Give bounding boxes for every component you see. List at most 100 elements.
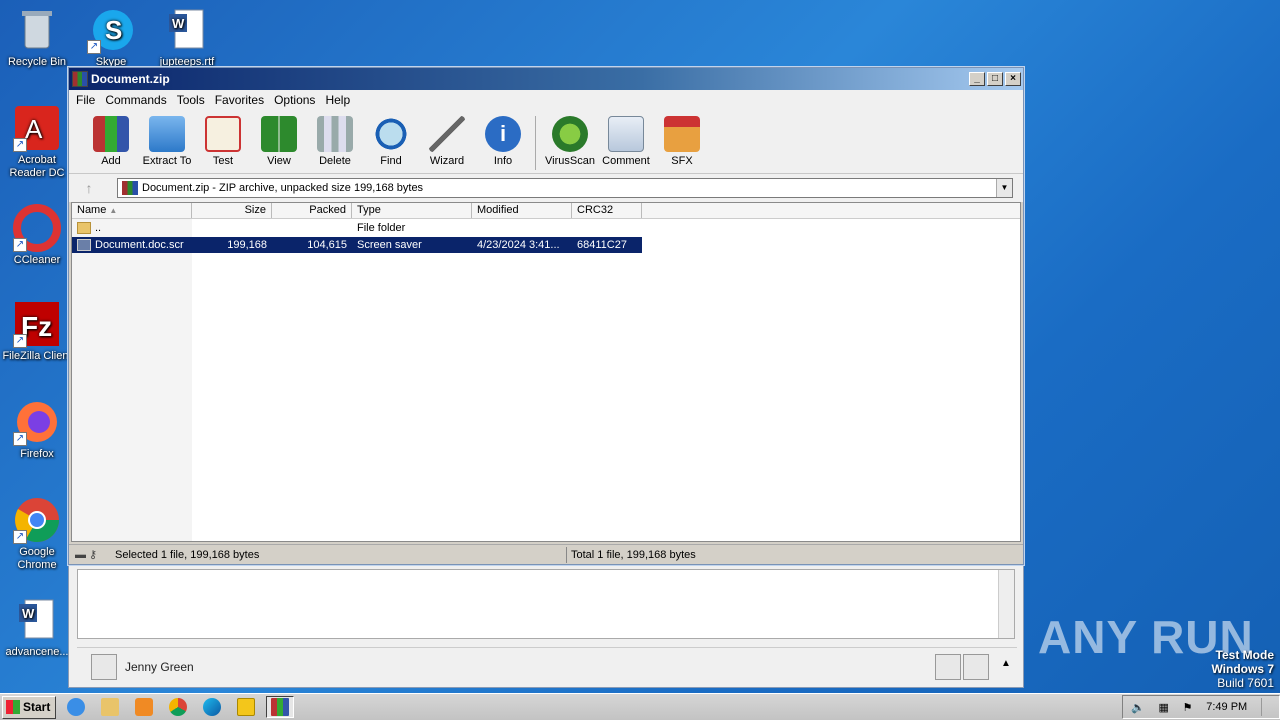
menu-bar: File Commands Tools Favorites Options He… — [69, 90, 1023, 110]
sfx-button[interactable]: SFX — [654, 114, 710, 167]
file-list: Name ▲ Size Packed Type Modified CRC32 .… — [71, 202, 1021, 542]
toolbar-separator — [535, 116, 536, 170]
windows-logo-icon — [6, 700, 20, 714]
chevron-up-icon[interactable]: ▲ — [1001, 658, 1011, 669]
tool-label: SFX — [671, 155, 693, 167]
magic-wand-icon — [429, 116, 465, 152]
desktop-icon-rtf[interactable]: W jupteeps.rtf — [150, 6, 224, 69]
recycle-bin-icon — [13, 6, 61, 54]
shortcut-arrow-icon: ↗ — [13, 238, 27, 252]
taskbar-app[interactable] — [232, 696, 260, 718]
find-button[interactable]: Find — [363, 114, 419, 167]
tool-label: Add — [101, 155, 121, 167]
show-desktop-button[interactable] — [1260, 698, 1271, 716]
magnifier-icon — [373, 116, 409, 152]
test-button[interactable]: Test — [195, 114, 251, 167]
table-row[interactable]: .. File folder — [72, 220, 642, 236]
taskbar-chrome[interactable] — [164, 696, 192, 718]
taskbar-explorer[interactable] — [96, 696, 124, 718]
desktop-icon-label: CCleaner — [13, 254, 61, 266]
flag-icon[interactable]: ⚑ — [1183, 701, 1193, 714]
extract-to-button[interactable]: Extract To — [139, 114, 195, 167]
wizard-button[interactable]: Wizard — [419, 114, 475, 167]
chevron-down-icon[interactable]: ▼ — [996, 179, 1012, 197]
column-size[interactable]: Size — [192, 203, 272, 218]
name-column-background — [72, 219, 192, 541]
network-icon[interactable]: ▦ — [1158, 701, 1168, 714]
test-mode-text: Test Mode Windows 7 Build 7601 — [1211, 648, 1274, 690]
desktop-icon-ccleaner[interactable]: ↗ CCleaner — [0, 204, 74, 267]
filezilla-icon: Fz ↗ — [13, 300, 61, 348]
edge-icon — [203, 698, 221, 716]
title-bar[interactable]: Document.zip _ □ × — [69, 68, 1023, 90]
column-crc32[interactable]: CRC32 — [572, 203, 642, 218]
address-bar: ↑ Document.zip - ZIP archive, unpacked s… — [69, 174, 1023, 202]
clock[interactable]: 7:49 PM — [1206, 701, 1247, 713]
minimize-button[interactable]: _ — [969, 72, 985, 86]
status-total: Total 1 file, 199,168 bytes — [571, 548, 696, 561]
desktop-icon-acrobat[interactable]: A ↗ Acrobat Reader DC — [0, 104, 74, 180]
taskbar-media-player[interactable] — [130, 696, 158, 718]
info-button[interactable]: i Info — [475, 114, 531, 167]
menu-commands[interactable]: Commands — [100, 93, 171, 107]
zip-archive-icon — [122, 181, 138, 195]
desktop-icon-advancene[interactable]: W advancene... — [0, 596, 74, 659]
table-row[interactable]: Document.doc.scr 199,168 104,615 Screen … — [72, 237, 642, 253]
avatar[interactable] — [935, 654, 961, 680]
menu-options[interactable]: Options — [269, 93, 320, 107]
menu-file[interactable]: File — [71, 93, 100, 107]
column-packed[interactable]: Packed — [272, 203, 352, 218]
tool-label: Comment — [602, 155, 650, 167]
delete-button[interactable]: Delete — [307, 114, 363, 167]
view-button[interactable]: View — [251, 114, 307, 167]
shortcut-arrow-icon: ↗ — [87, 40, 101, 54]
tool-label: Info — [493, 155, 513, 167]
taskbar-ie[interactable] — [62, 696, 90, 718]
desktop-icon-recycle-bin[interactable]: Recycle Bin — [0, 6, 74, 69]
screensaver-file-icon — [77, 239, 91, 251]
word-document-icon: W — [163, 6, 211, 54]
up-arrow-icon[interactable]: ↑ — [75, 177, 103, 199]
shortcut-arrow-icon: ↗ — [13, 138, 27, 152]
path-combobox[interactable]: Document.zip - ZIP archive, unpacked siz… — [117, 178, 1013, 198]
maximize-button[interactable]: □ — [987, 72, 1003, 86]
winrar-window: Document.zip _ □ × File Commands Tools F… — [68, 67, 1024, 565]
close-button[interactable]: × — [1005, 72, 1021, 86]
desktop-icon-filezilla[interactable]: Fz ↗ FileZilla Client — [0, 300, 74, 363]
scrollbar[interactable] — [998, 570, 1014, 638]
column-type[interactable]: Type — [352, 203, 472, 218]
virusscan-button[interactable]: VirusScan — [542, 114, 598, 167]
message-textbox[interactable] — [77, 569, 1015, 639]
acrobat-icon: A ↗ — [13, 104, 61, 152]
taskbar-winrar[interactable] — [266, 696, 294, 718]
menu-tools[interactable]: Tools — [172, 93, 210, 107]
user-name: Jenny Green — [125, 660, 194, 674]
desktop-icon-skype[interactable]: S ↗ Skype — [74, 6, 148, 69]
svg-text:A: A — [25, 114, 43, 144]
ie-icon — [67, 698, 85, 716]
svg-text:S: S — [105, 15, 122, 45]
volume-icon[interactable]: 🔈 — [1131, 701, 1145, 714]
add-button[interactable]: Add — [83, 114, 139, 167]
menu-favorites[interactable]: Favorites — [210, 93, 269, 107]
desktop-icon-chrome[interactable]: ↗ Google Chrome — [0, 496, 74, 572]
system-tray: 🔈 ▦ ⚑ 7:49 PM — [1122, 695, 1280, 719]
comment-button[interactable]: Comment — [598, 114, 654, 167]
desktop-icon-label: Acrobat Reader DC — [9, 154, 65, 179]
winrar-icon — [72, 71, 88, 87]
svg-text:W: W — [172, 16, 185, 31]
ccleaner-icon: ↗ — [13, 204, 61, 252]
taskbar-edge[interactable] — [198, 696, 226, 718]
tool-label: Find — [380, 155, 402, 167]
info-icon: i — [485, 116, 521, 152]
desktop-icon-firefox[interactable]: ↗ Firefox — [0, 398, 74, 461]
column-modified[interactable]: Modified — [472, 203, 572, 218]
shortcut-arrow-icon: ↗ — [13, 334, 27, 348]
desktop-icon-label: Recycle Bin — [7, 56, 67, 68]
avatar[interactable] — [963, 654, 989, 680]
column-name[interactable]: Name ▲ — [72, 203, 192, 218]
menu-help[interactable]: Help — [320, 93, 355, 107]
start-button[interactable]: Start — [2, 695, 56, 719]
sfx-box-icon — [664, 116, 700, 152]
desktop-icon-label: Firefox — [20, 448, 54, 460]
